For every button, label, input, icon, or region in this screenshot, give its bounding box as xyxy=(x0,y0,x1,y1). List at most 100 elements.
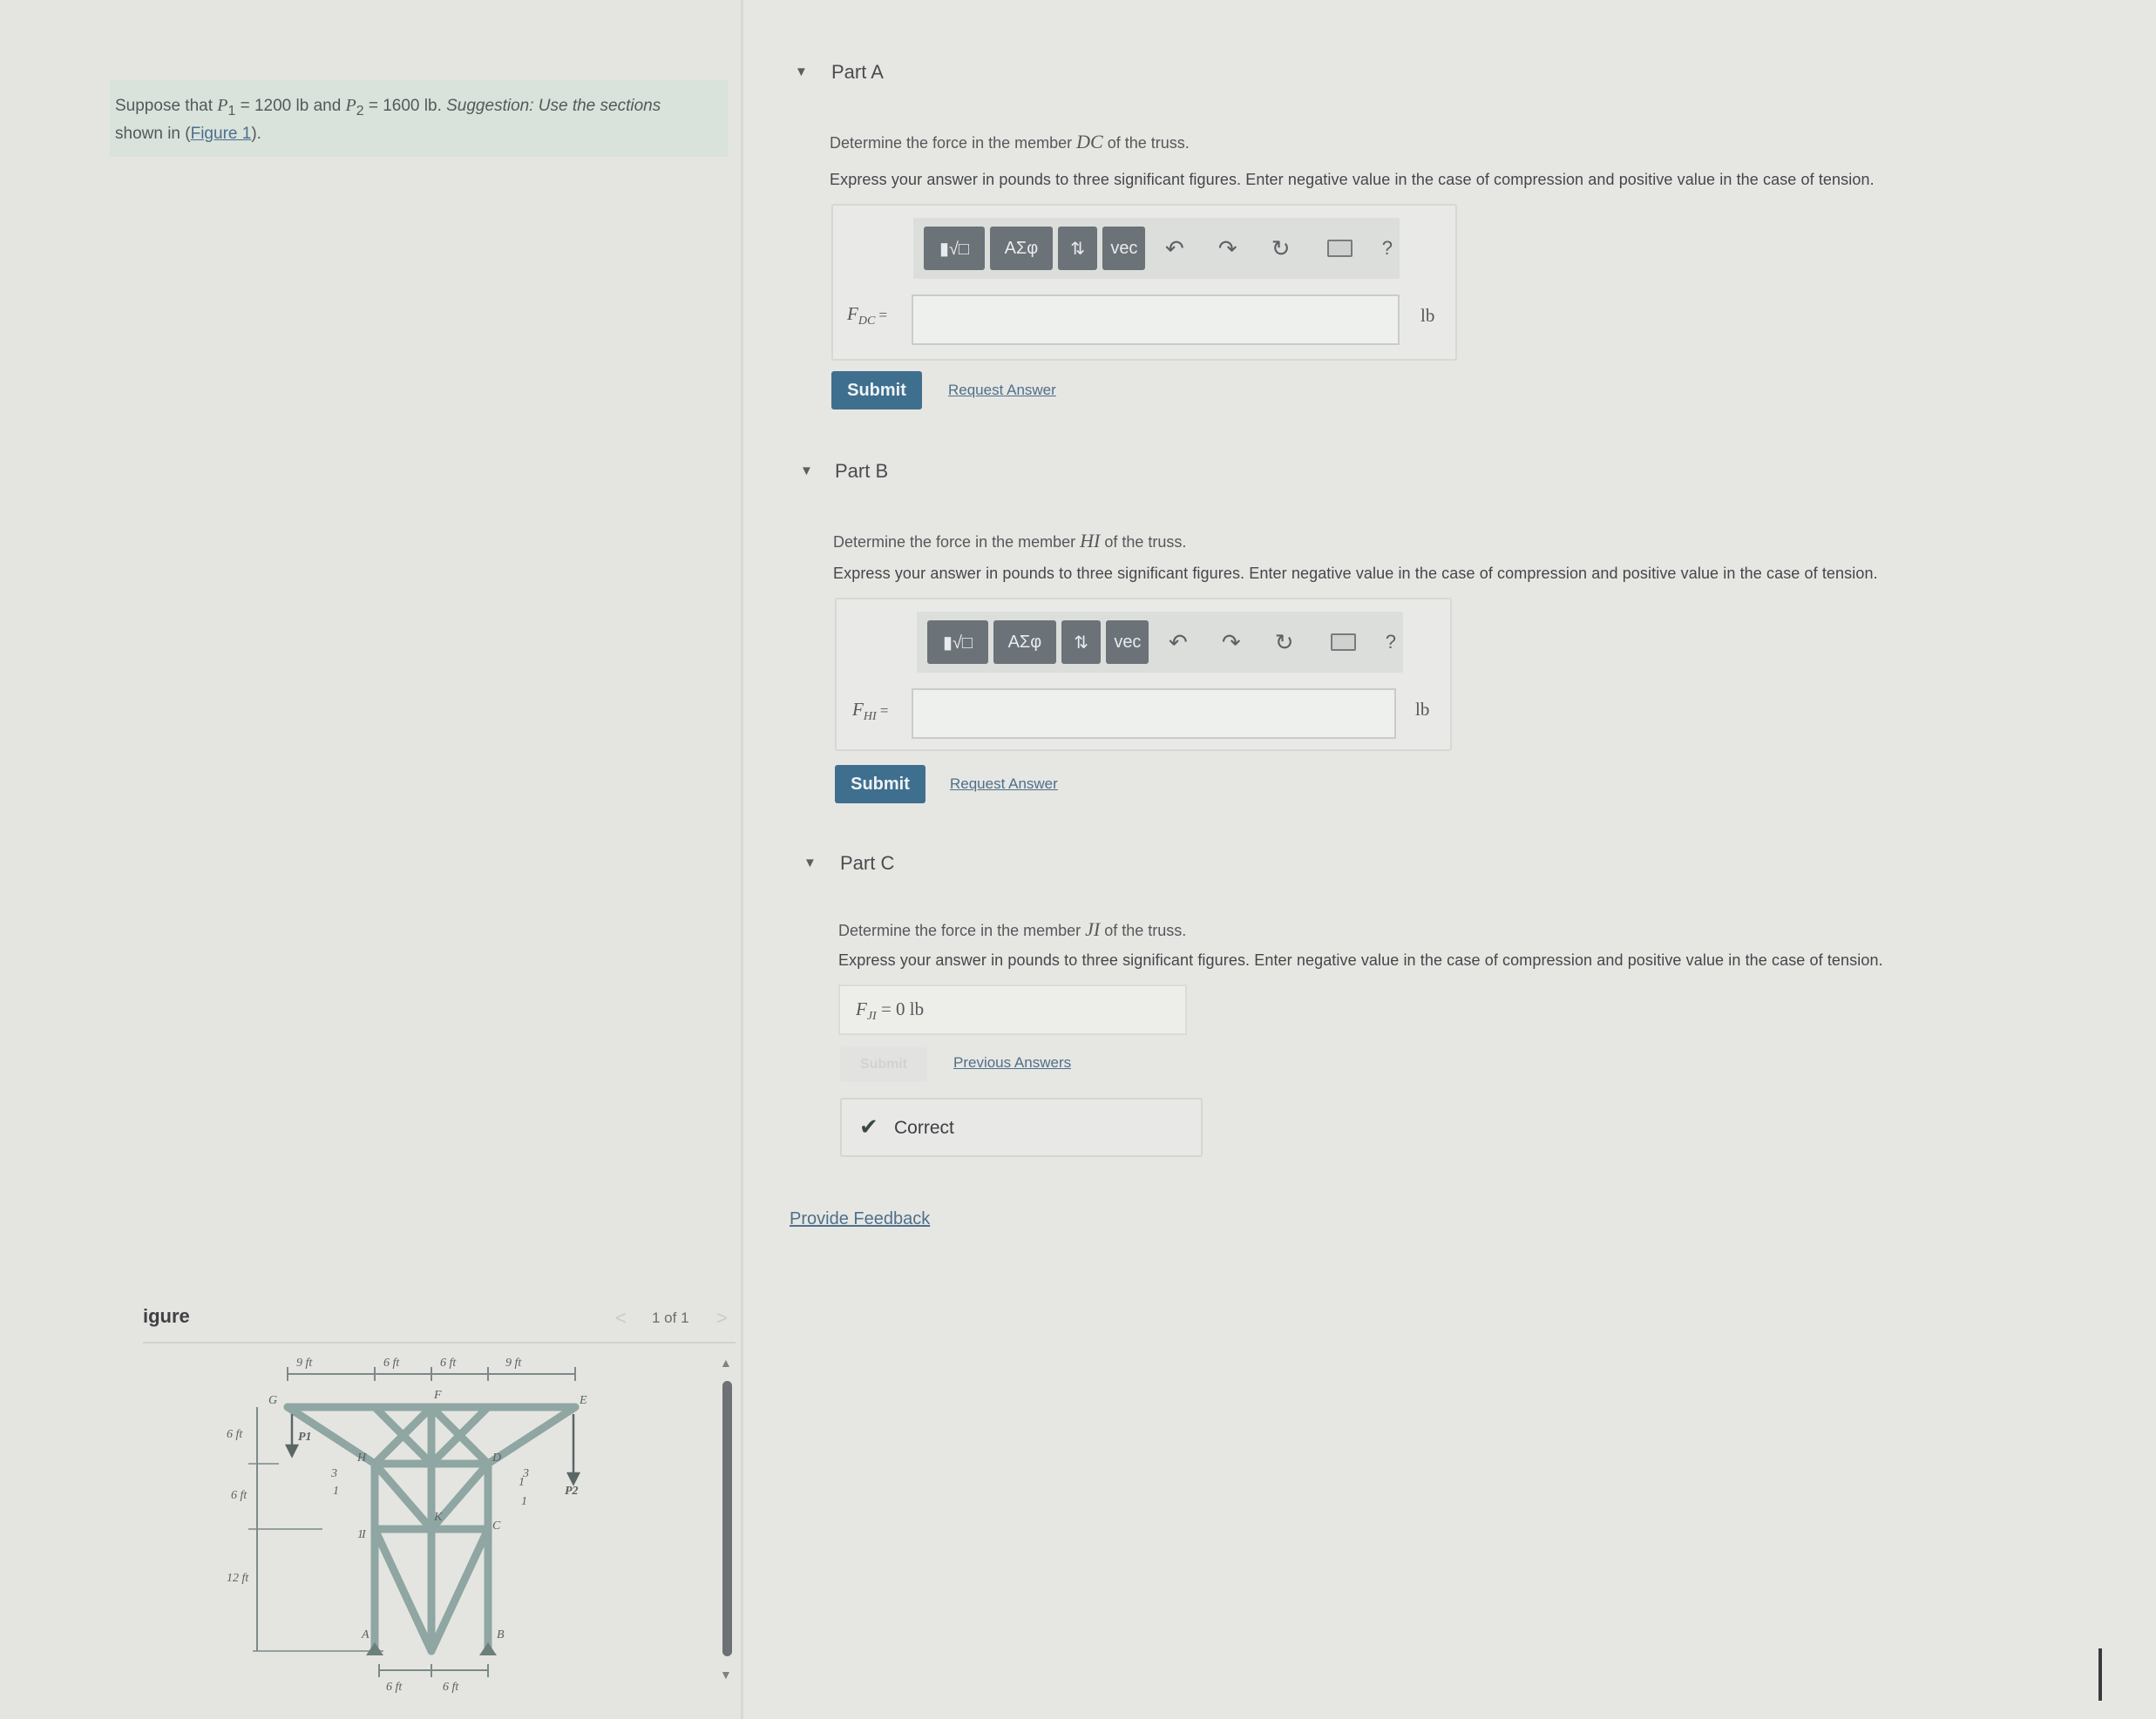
var-main: F xyxy=(852,699,864,720)
part-a-toolbar: ▮√□ ΑΣφ ⇅ vec ↶ ↷ ↻ ? xyxy=(913,218,1400,279)
equals-sign: = xyxy=(876,702,889,719)
var-sub: HI xyxy=(863,710,877,724)
help-icon[interactable]: ? xyxy=(1379,631,1403,653)
load-label-p1: P1 xyxy=(298,1431,312,1444)
node-label-b: B xyxy=(497,1628,505,1641)
symbols-button[interactable]: ΑΣφ xyxy=(993,620,1056,664)
figure-page-indicator: 1 of 1 xyxy=(652,1310,689,1326)
templates-button[interactable]: ▮√□ xyxy=(927,620,988,664)
part-b-prompt: Determine the force in the member HI of … xyxy=(833,530,1186,552)
subscript-button[interactable]: ⇅ xyxy=(1057,227,1098,270)
scroll-up-arrow[interactable]: ▲ xyxy=(720,1356,732,1370)
part-c-caret[interactable]: ▼ xyxy=(803,856,817,870)
dim-label-left-2: 6 ft xyxy=(231,1489,247,1502)
vector-button[interactable]: vec xyxy=(1102,227,1146,270)
dim-label-left-1: 6 ft xyxy=(227,1428,243,1441)
part-b-request-answer-link[interactable]: Request Answer xyxy=(950,775,1058,793)
keyboard-icon[interactable] xyxy=(1331,633,1356,651)
figure-title: igure xyxy=(143,1305,190,1327)
section-label-4: 1 xyxy=(521,1495,527,1508)
node-label-a: A xyxy=(361,1628,370,1641)
redo-icon[interactable]: ↷ xyxy=(1203,235,1251,262)
undo-icon[interactable]: ↶ xyxy=(1150,235,1198,262)
figure-scrollbar[interactable] xyxy=(722,1381,732,1656)
part-a-instruction: Express your answer in pounds to three s… xyxy=(830,171,1875,188)
symbols-button[interactable]: ΑΣφ xyxy=(989,227,1053,270)
part-c-feedback-box: ✔ Correct xyxy=(840,1098,1203,1157)
prompt-text: Determine the force in the member xyxy=(830,134,1077,152)
p2-subscript: 2 xyxy=(356,103,364,118)
vector-button[interactable]: vec xyxy=(1106,620,1149,664)
part-b-unit: lb xyxy=(1415,699,1430,720)
correct-status: Correct xyxy=(894,1118,954,1138)
keyboard-icon[interactable] xyxy=(1327,240,1353,257)
reset-icon[interactable]: ↻ xyxy=(1257,235,1305,262)
part-b-variable: FHI = xyxy=(852,699,888,724)
part-c-previous-answers-link[interactable]: Previous Answers xyxy=(953,1054,1071,1072)
dim-label-4: 9 ft xyxy=(505,1357,522,1370)
part-a-caret[interactable]: ▼ xyxy=(795,64,808,79)
truss-figure: 9 ft 6 ft 6 ft 9 ft 6 ft 6 ft 12 ft 6 ft… xyxy=(227,1357,587,1694)
figure-prev-button[interactable]: < xyxy=(615,1307,627,1330)
part-b-answer-box: ▮√□ ΑΣφ ⇅ vec ↶ ↷ ↻ ? FHI = lb xyxy=(835,598,1452,751)
prompt-text: Determine the force in the member xyxy=(838,922,1086,939)
undo-icon[interactable]: ↶ xyxy=(1154,629,1202,656)
part-b-title[interactable]: Part B xyxy=(835,460,888,483)
part-b-caret[interactable]: ▼ xyxy=(800,464,813,478)
part-c-submit-button: Submit xyxy=(840,1047,927,1082)
part-a-submit-button[interactable]: Submit xyxy=(831,371,922,409)
dim-label-2: 6 ft xyxy=(383,1357,400,1370)
prompt-text: of the truss. xyxy=(1100,922,1187,939)
figure-link[interactable]: Figure 1 xyxy=(191,125,252,143)
suggestion-text: Suggestion: Use the sections xyxy=(446,97,661,115)
help-icon[interactable]: ? xyxy=(1375,237,1400,260)
part-a-request-answer-link[interactable]: Request Answer xyxy=(948,382,1056,399)
part-a-title[interactable]: Part A xyxy=(831,61,884,84)
part-c-submitted-answer: FJI = 0 lb xyxy=(838,985,1187,1035)
prompt-text: of the truss. xyxy=(1100,533,1187,551)
part-c-instruction: Express your answer in pounds to three s… xyxy=(838,951,1883,969)
problem-text: shown in ( xyxy=(115,124,191,143)
p1-subscript: 1 xyxy=(227,103,236,118)
answer-value: = 0 lb xyxy=(876,998,925,1019)
part-a-answer-input[interactable] xyxy=(912,294,1400,345)
node-label-d: D xyxy=(492,1452,501,1465)
prompt-text: of the truss. xyxy=(1102,134,1190,152)
part-b-toolbar: ▮√□ ΑΣφ ⇅ vec ↶ ↷ ↻ ? xyxy=(917,612,1403,673)
section-label-2: 1 xyxy=(357,1528,363,1541)
part-c-title[interactable]: Part C xyxy=(840,852,894,875)
node-label-h: H xyxy=(356,1452,367,1465)
part-a-prompt: Determine the force in the member DC of … xyxy=(830,131,1190,153)
figure-next-button[interactable]: > xyxy=(716,1307,728,1330)
panel-divider[interactable] xyxy=(741,0,743,1719)
dim-label-bottom-1: 6 ft xyxy=(386,1681,403,1694)
reset-icon[interactable]: ↻ xyxy=(1260,629,1308,656)
section-label-6: 3 xyxy=(522,1467,529,1480)
redo-icon[interactable]: ↷ xyxy=(1207,629,1255,656)
part-b-submit-button[interactable]: Submit xyxy=(835,765,925,803)
text-cursor xyxy=(2098,1648,2102,1701)
load-label-p2: P2 xyxy=(565,1485,579,1498)
dim-label-left-3: 12 ft xyxy=(227,1572,249,1585)
var-main: F xyxy=(856,998,867,1019)
templates-button[interactable]: ▮√□ xyxy=(924,227,985,270)
problem-statement: Suppose that P1 = 1200 lb and P2 = 1600 … xyxy=(110,80,729,157)
var-sub: JI xyxy=(866,1010,877,1024)
section-label-1: 1 xyxy=(333,1485,339,1498)
var-main: F xyxy=(847,303,858,324)
part-b-answer-input[interactable] xyxy=(912,688,1396,739)
member-name: DC xyxy=(1076,131,1103,152)
member-name: JI xyxy=(1085,918,1101,940)
part-c-prompt: Determine the force in the member JI of … xyxy=(838,918,1186,941)
p1-symbol: P xyxy=(217,96,228,115)
problem-text: Suppose that xyxy=(115,97,218,115)
subscript-button[interactable]: ⇅ xyxy=(1061,620,1102,664)
scroll-down-arrow[interactable]: ▼ xyxy=(720,1668,732,1682)
dim-label-1: 9 ft xyxy=(296,1357,313,1370)
problem-text: = 1600 lb. xyxy=(363,97,447,115)
prompt-text: Determine the force in the member xyxy=(833,533,1081,551)
node-label-f: F xyxy=(433,1389,442,1402)
part-a-answer-box: ▮√□ ΑΣφ ⇅ vec ↶ ↷ ↻ ? FDC = lb xyxy=(831,204,1457,361)
provide-feedback-link[interactable]: Provide Feedback xyxy=(790,1209,930,1229)
p2-symbol: P xyxy=(345,96,356,115)
